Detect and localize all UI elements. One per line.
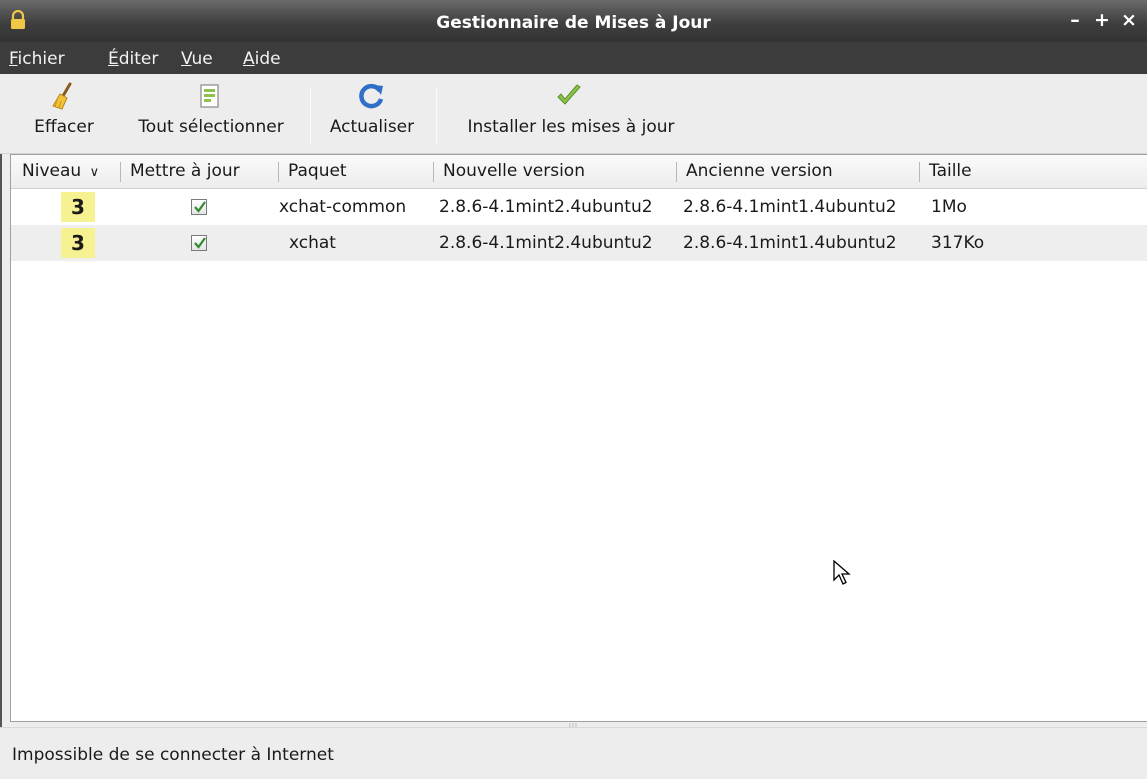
statusbar: Impossible de se connecter à Internet (0, 727, 1147, 779)
maximize-button[interactable]: + (1092, 9, 1112, 31)
checkmark-icon (194, 237, 206, 249)
package-name: xchat (289, 233, 336, 253)
column-header-nouvelle-version[interactable]: Nouvelle version (434, 155, 675, 188)
level-badge: 3 (61, 228, 95, 258)
menu-label: ue (191, 49, 213, 69)
old-version: 2.8.6-4.1mint1.4ubuntu2 (683, 233, 897, 253)
install-updates-label: Installer les mises à jour (467, 117, 675, 137)
toolbar-separator (310, 88, 311, 144)
refresh-button[interactable]: Actualiser (320, 74, 424, 150)
toolbar-separator (436, 88, 437, 144)
minimize-button[interactable]: – (1065, 9, 1085, 31)
new-version: 2.8.6-4.1mint2.4ubuntu2 (439, 233, 653, 253)
window-title: Gestionnaire de Mises à Jour (436, 13, 711, 33)
update-checkbox[interactable] (191, 235, 207, 251)
column-header-mettre-a-jour[interactable]: Mettre à jour (121, 155, 277, 188)
package-size: 317Ko (931, 233, 985, 253)
menu-vue[interactable]: Vue (181, 49, 213, 69)
column-header-ancienne-version[interactable]: Ancienne version (677, 155, 918, 188)
menu-accelerator: É (108, 49, 119, 69)
menu-aide[interactable]: Aide (243, 49, 281, 69)
status-text: Impossible de se connecter à Internet (12, 745, 334, 765)
toolbar: Effacer Tout sélectionner Actualiser Ins… (0, 74, 1147, 154)
refresh-icon (359, 83, 384, 109)
menu-accelerator: F (9, 49, 18, 69)
mouse-pointer-icon (833, 560, 851, 585)
column-header-taille[interactable]: Taille (920, 155, 1146, 188)
menu-label: diter (118, 49, 159, 69)
updates-table[interactable]: Niveau ∨ Mettre à jour Paquet Nouvelle v… (10, 154, 1147, 722)
menu-accelerator: V (181, 49, 192, 69)
clear-label: Effacer (34, 117, 94, 137)
column-header-label: Niveau (22, 161, 82, 181)
menu-editer[interactable]: Éditer (108, 49, 158, 69)
window-border (0, 74, 2, 779)
menu-accelerator: A (243, 49, 255, 69)
table-header: Niveau ∨ Mettre à jour Paquet Nouvelle v… (11, 155, 1147, 189)
checkmark-icon (194, 201, 206, 213)
menu-fichier[interactable]: Fichier (9, 49, 65, 69)
checkmark-icon (557, 84, 581, 105)
column-header-paquet[interactable]: Paquet (279, 155, 433, 188)
level-badge: 3 (61, 192, 95, 222)
window-titlebar[interactable]: Gestionnaire de Mises à Jour – + × (0, 0, 1147, 42)
update-checkbox[interactable] (191, 199, 207, 215)
clear-button[interactable]: Effacer (24, 74, 104, 150)
menubar: Fichier Éditer Vue Aide (0, 42, 1147, 74)
menu-label: ide (254, 49, 281, 69)
select-all-label: Tout sélectionner (138, 117, 284, 137)
sort-chevron-down-icon: ∨ (89, 165, 100, 180)
menu-label: ichier (17, 49, 65, 69)
refresh-label: Actualiser (329, 117, 415, 137)
install-updates-button[interactable]: Installer les mises à jour (450, 74, 692, 150)
new-version: 2.8.6-4.1mint2.4ubuntu2 (439, 197, 653, 217)
column-header-niveau[interactable]: Niveau ∨ (11, 155, 119, 188)
package-name: xchat-common (279, 197, 407, 217)
select-all-document-icon (200, 84, 219, 108)
select-all-button[interactable]: Tout sélectionner (124, 74, 298, 150)
package-size: 1Mo (931, 197, 967, 217)
table-row[interactable]: 3 xchat 2.8.6-4.1mint2.4ubuntu2 2.8.6-4.… (11, 225, 1147, 261)
table-row[interactable]: 3 xchat-common 2.8.6-4.1mint2.4ubuntu2 2… (11, 189, 1147, 225)
broom-icon (52, 82, 72, 110)
close-button[interactable]: × (1119, 9, 1139, 31)
old-version: 2.8.6-4.1mint1.4ubuntu2 (683, 197, 897, 217)
